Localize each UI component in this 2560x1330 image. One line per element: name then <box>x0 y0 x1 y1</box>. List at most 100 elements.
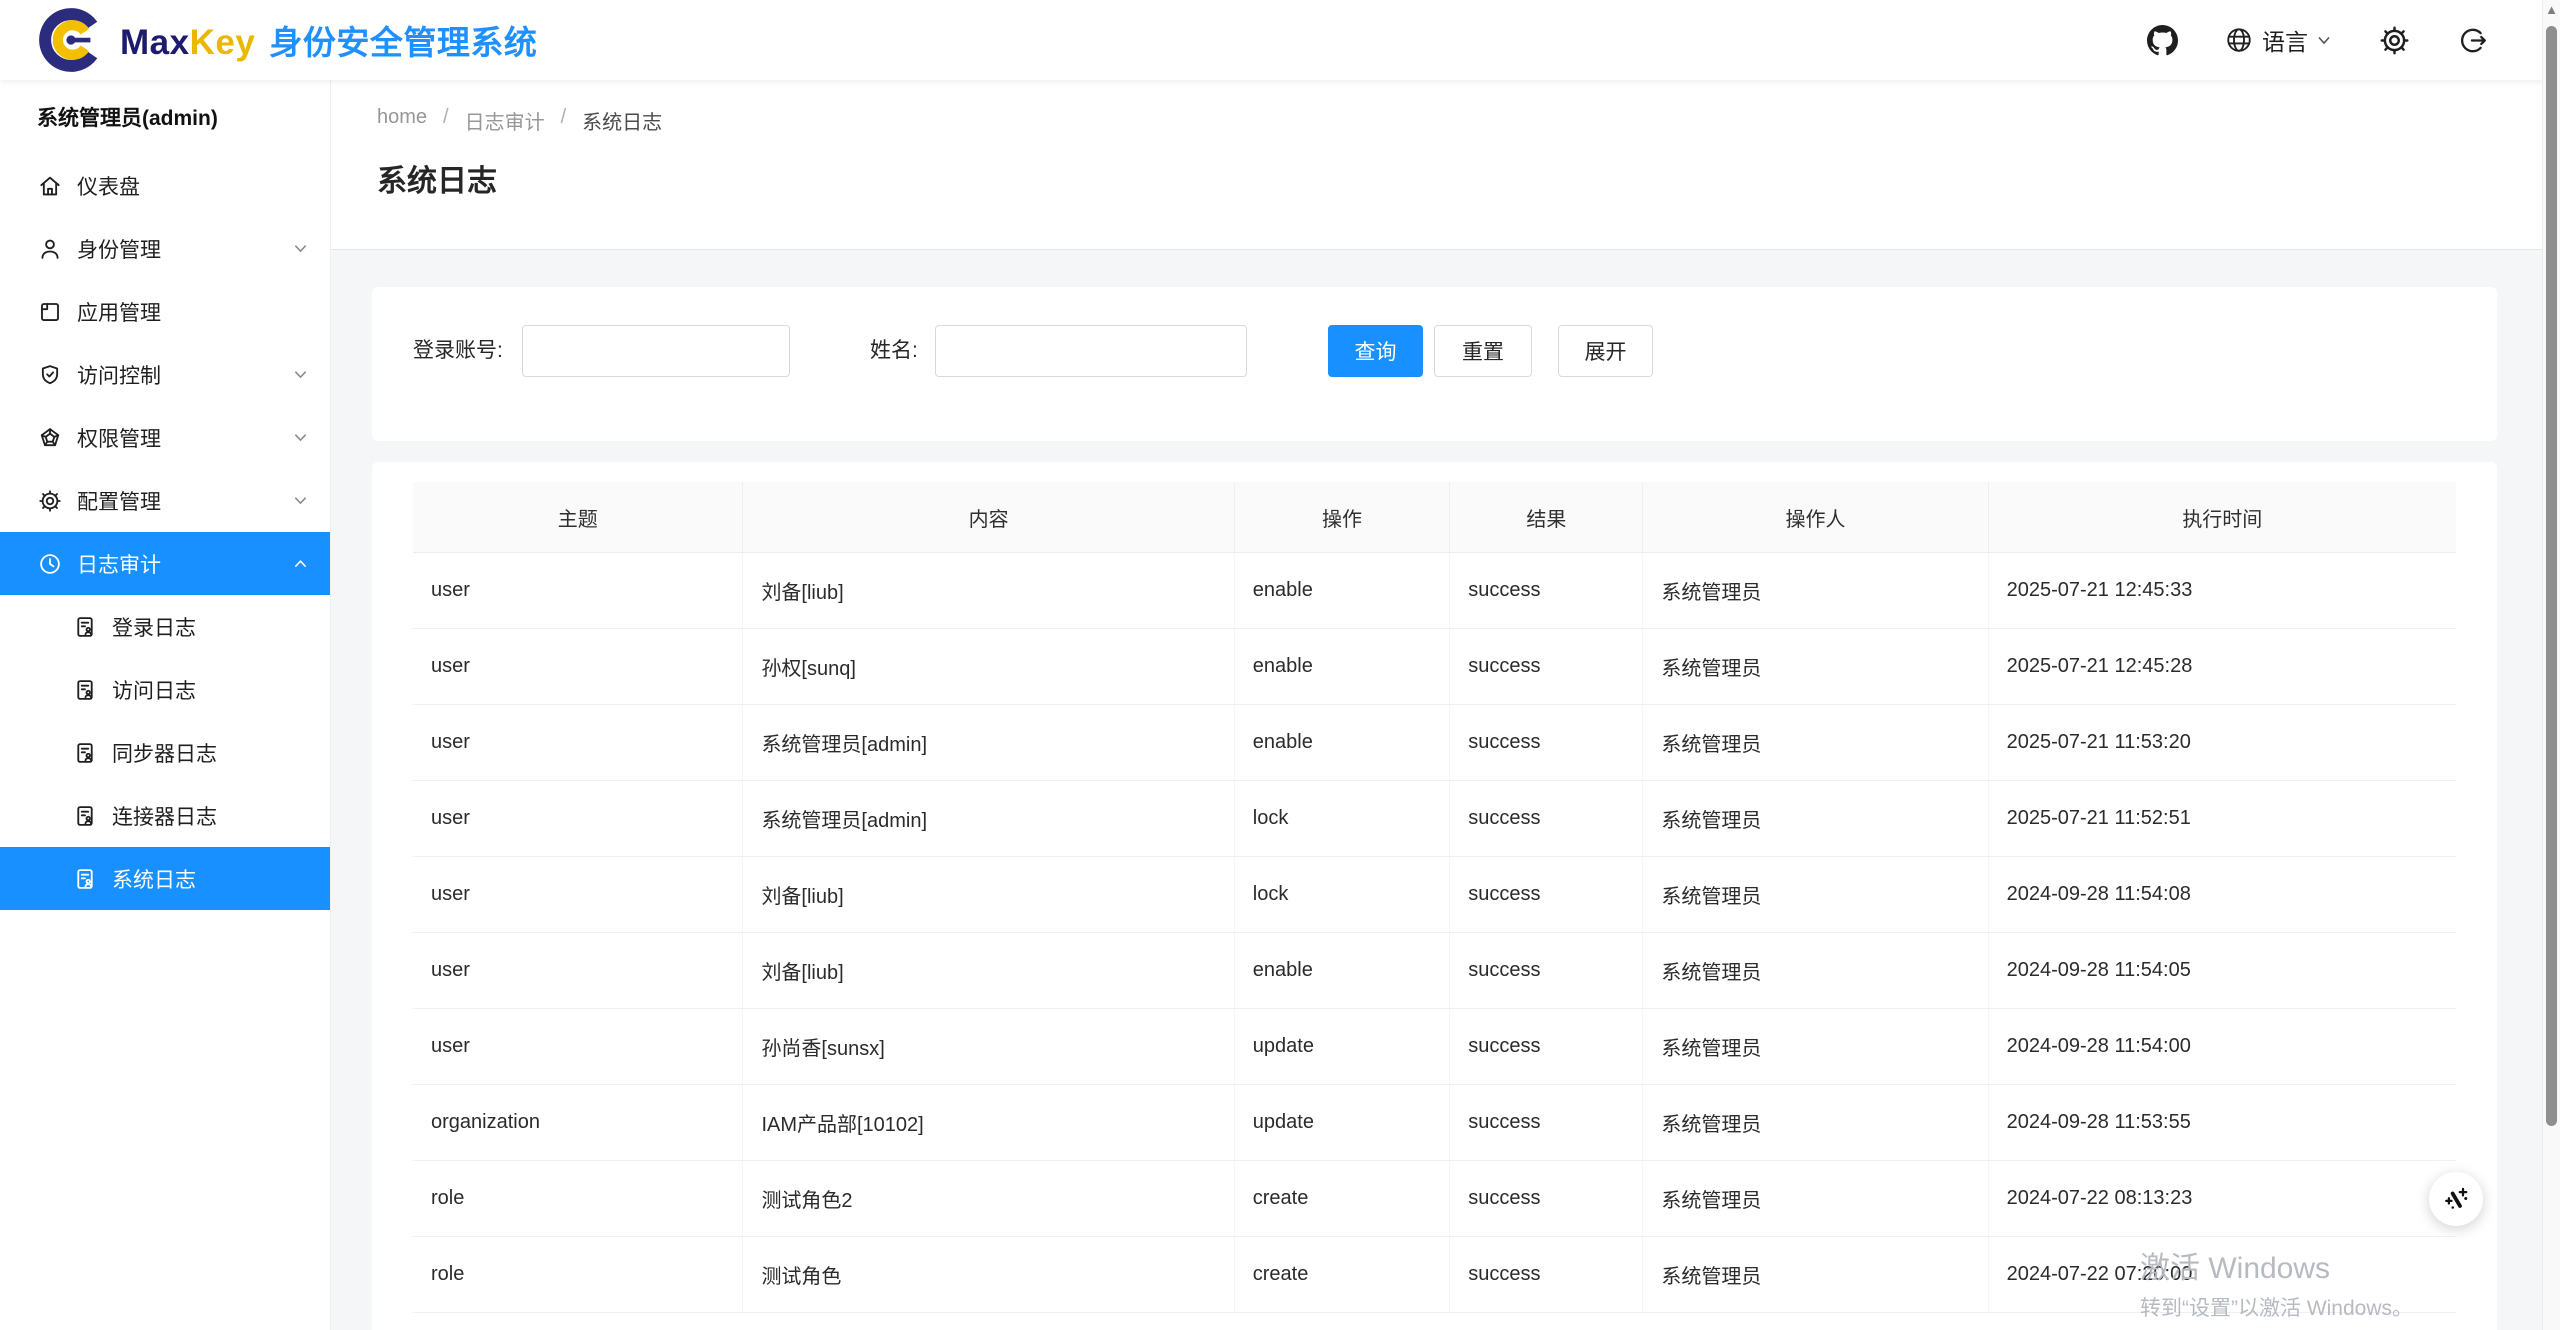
brand-max: Max <box>120 23 190 62</box>
person-icon <box>37 236 63 262</box>
table-cell: 测试角色2 <box>743 1161 1234 1237</box>
breadcrumb-separator: / <box>561 106 567 135</box>
table-cell: enable <box>1234 553 1450 629</box>
sidebar-subitem[interactable]: 系统日志 <box>0 847 330 910</box>
sidebar-item[interactable]: 配置管理 <box>0 469 330 532</box>
table-cell: 2024-09-28 11:54:08 <box>1988 857 2456 933</box>
scrollbar-up-arrow[interactable]: ▲ <box>2543 2 2560 17</box>
sidebar-item[interactable]: 访问控制 <box>0 343 330 406</box>
brand-key: Key <box>190 23 256 62</box>
page-title: 系统日志 <box>377 156 497 200</box>
chevron-down-icon <box>293 493 308 508</box>
brand-title: MaxKey身份安全管理系统 <box>120 16 537 64</box>
table-cell: IAM产品部[10102] <box>743 1085 1234 1161</box>
sidebar-item-label: 权限管理 <box>77 423 161 453</box>
table-cell: success <box>1450 1237 1643 1313</box>
sidebar-item[interactable]: 日志审计 <box>0 532 330 595</box>
table-row: user系统管理员[admin]locksuccess系统管理员2025-07-… <box>413 781 2456 857</box>
home-icon <box>37 173 63 199</box>
table-cell: create <box>1234 1237 1450 1313</box>
logout-icon[interactable] <box>2457 25 2488 56</box>
table-header-row: 主题内容操作结果操作人执行时间 <box>413 482 2456 553</box>
table-header-cell: 内容 <box>743 482 1234 553</box>
filter-card: 登录账号: 姓名: 查询 重置 展开 <box>372 287 2497 441</box>
sidebar-item-label: 访问日志 <box>112 675 196 705</box>
breadcrumb-item: 系统日志 <box>582 106 662 135</box>
table-card: 主题内容操作结果操作人执行时间 user刘备[liub]enablesucces… <box>372 462 2497 1330</box>
sidebar-subitem[interactable]: 登录日志 <box>0 595 330 658</box>
sidebar-user: 系统管理员(admin) <box>0 80 330 154</box>
table-cell: update <box>1234 1085 1450 1161</box>
table-cell: 2025-07-21 12:45:33 <box>1988 553 2456 629</box>
table-cell: 2025-07-21 12:45:28 <box>1988 629 2456 705</box>
chevron-down-icon <box>293 430 308 445</box>
table-header-cell: 主题 <box>413 482 743 553</box>
app-icon <box>37 299 63 325</box>
audit-log-icon <box>72 614 98 640</box>
expand-button[interactable]: 展开 <box>1558 325 1653 377</box>
page-header: home/日志审计/系统日志 系统日志 <box>330 80 2543 250</box>
sidebar-subitem[interactable]: 连接器日志 <box>0 784 330 847</box>
sidebar-item-label: 仪表盘 <box>77 171 140 201</box>
table-cell: create <box>1234 1161 1450 1237</box>
breadcrumb-item[interactable]: 日志审计 <box>465 106 545 135</box>
chevron-down-icon <box>293 367 308 382</box>
globe-icon <box>2224 25 2254 55</box>
table-cell: 孙权[sunq] <box>743 629 1234 705</box>
name-label: 姓名: <box>870 325 918 377</box>
table-cell: organization <box>413 1085 743 1161</box>
scrollbar-thumb[interactable] <box>2546 26 2557 1126</box>
table-cell: 系统管理员[admin] <box>743 705 1234 781</box>
table-cell: 系统管理员 <box>1643 553 1988 629</box>
breadcrumb-item[interactable]: home <box>377 106 427 135</box>
table-cell: lock <box>1234 781 1450 857</box>
table-row: user刘备[liub]locksuccess系统管理员2024-09-28 1… <box>413 857 2456 933</box>
table-header-cell: 操作人 <box>1643 482 1988 553</box>
sidebar-item[interactable]: 应用管理 <box>0 280 330 343</box>
sidebar-item-label: 身份管理 <box>77 234 161 264</box>
sidebar-item-label: 应用管理 <box>77 297 161 327</box>
table-cell: 系统管理员 <box>1643 1237 1988 1313</box>
table-cell: 2024-09-28 11:54:05 <box>1988 933 2456 1009</box>
table-cell: 刘备[liub] <box>743 857 1234 933</box>
table-row: organizationIAM产品部[10102]updatesuccess系统… <box>413 1085 2456 1161</box>
login-account-input[interactable] <box>522 325 790 377</box>
github-icon[interactable] <box>2147 25 2178 56</box>
sidebar: 系统管理员(admin) 仪表盘身份管理应用管理访问控制权限管理配置管理日志审计… <box>0 80 331 1330</box>
table-cell: 刘备[liub] <box>743 553 1234 629</box>
table-row: user刘备[liub]enablesuccess系统管理员2025-07-21… <box>413 553 2456 629</box>
language-menu[interactable]: 语言 <box>2224 23 2332 57</box>
magic-wand-icon <box>2441 1184 2471 1214</box>
header-bar: MaxKey身份安全管理系统 语言 <box>0 0 2560 80</box>
sidebar-item[interactable]: 仪表盘 <box>0 154 330 217</box>
sidebar-item[interactable]: 权限管理 <box>0 406 330 469</box>
sidebar-subitem[interactable]: 访问日志 <box>0 658 330 721</box>
table-cell: success <box>1450 1161 1643 1237</box>
sidebar-item-label: 连接器日志 <box>112 801 217 831</box>
magic-wand-button[interactable] <box>2429 1172 2483 1226</box>
table-row: role测试角色createsuccess系统管理员2024-07-22 07:… <box>413 1237 2456 1313</box>
audit-log-icon <box>72 740 98 766</box>
table-cell: user <box>413 629 743 705</box>
login-account-label: 登录账号: <box>413 325 503 377</box>
system-log-table: 主题内容操作结果操作人执行时间 user刘备[liub]enablesucces… <box>413 482 2456 1313</box>
search-button[interactable]: 查询 <box>1328 325 1423 377</box>
sidebar-subitem[interactable]: 同步器日志 <box>0 721 330 784</box>
sidebar-item-label: 访问控制 <box>77 360 161 390</box>
table-header-cell: 结果 <box>1450 482 1643 553</box>
brand-home-link[interactable]: MaxKey身份安全管理系统 <box>34 4 537 76</box>
table-cell: 系统管理员 <box>1643 629 1988 705</box>
table-cell: enable <box>1234 933 1450 1009</box>
table-cell: 系统管理员 <box>1643 1161 1988 1237</box>
gear-icon <box>37 488 63 514</box>
window-scrollbar[interactable]: ▲ <box>2542 0 2560 1330</box>
table-cell: success <box>1450 1009 1643 1085</box>
table-cell: 系统管理员 <box>1643 1009 1988 1085</box>
table-cell: user <box>413 933 743 1009</box>
sidebar-item[interactable]: 身份管理 <box>0 217 330 280</box>
reset-button[interactable]: 重置 <box>1434 325 1532 377</box>
table-cell: enable <box>1234 705 1450 781</box>
settings-gear-icon[interactable] <box>2378 24 2411 57</box>
name-input[interactable] <box>935 325 1247 377</box>
table-row: user孙权[sunq]enablesuccess系统管理员2025-07-21… <box>413 629 2456 705</box>
